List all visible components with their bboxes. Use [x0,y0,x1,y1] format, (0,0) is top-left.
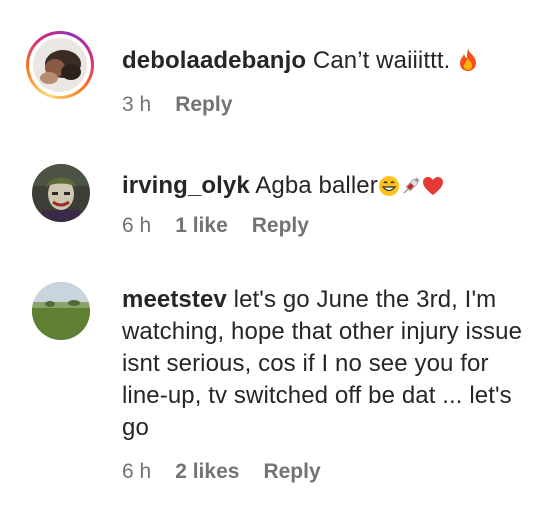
avatar[interactable] [33,38,87,92]
reply-button[interactable]: Reply [263,460,320,484]
fire-emoji [457,48,479,81]
comment-text-block: debolaadebanjo Can’t waiiittt. [122,45,532,81]
comment-username[interactable]: debolaadebanjo [122,47,306,74]
comment-timestamp[interactable]: 6 h [122,460,151,484]
reply-button[interactable]: Reply [252,214,309,238]
comment-meta: 6 h 1 like Reply [122,212,309,240]
comment-likes-count[interactable]: 2 likes [175,460,239,484]
comment-likes-count[interactable]: 1 like [175,214,228,238]
syringe-emoji [400,174,422,206]
comment-text-block: meetstev let's go June the 3rd, I'm watc… [122,284,532,444]
reply-button[interactable]: Reply [175,93,232,117]
comment-item: debolaadebanjo Can’t waiiittt. 3 h Reply [0,0,550,140]
avatar[interactable] [32,282,90,340]
grin-emoji [378,174,400,206]
avatar-story-ring[interactable] [26,31,94,99]
comment-item: meetstev let's go June the 3rd, I'm watc… [0,260,550,510]
comment-timestamp[interactable]: 6 h [122,214,151,238]
avatar[interactable] [32,164,90,222]
comment-username[interactable]: irving_olyk [122,172,250,199]
comment-timestamp[interactable]: 3 h [122,93,151,117]
comment-meta: 3 h Reply [122,91,232,119]
comment-meta: 6 h 2 likes Reply [122,458,321,486]
comment-username[interactable]: meetstev [122,286,227,313]
comment-text-block: irving_olyk Agba baller [122,170,532,206]
comment-body: Can’t waiiittt. [312,47,451,74]
comment-body: Agba baller [255,172,378,199]
comment-item: irving_olyk Agba baller 6 h 1 like Reply [0,140,550,260]
red-heart-emoji [422,174,444,206]
